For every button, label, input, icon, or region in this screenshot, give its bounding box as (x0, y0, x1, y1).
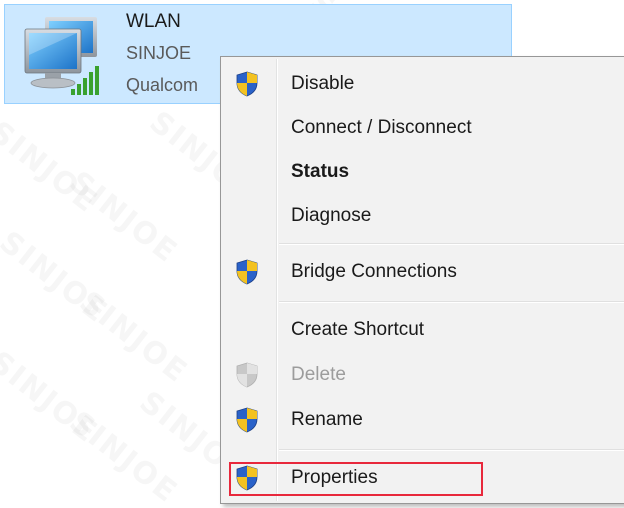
uac-shield-icon (236, 407, 258, 433)
uac-shield-icon (236, 71, 258, 97)
adapter-driver: Qualcom (126, 75, 199, 95)
menu-item-label: Diagnose (291, 205, 372, 226)
menu-item-disable[interactable]: Disable (223, 63, 624, 103)
desktop-canvas: SINJOE SINJOE SINJOE SINJOE SINJOE SINJO… (0, 0, 624, 508)
menu-item-label: Create Shortcut (291, 319, 425, 340)
properties-highlight-box (229, 462, 483, 496)
menu-separator (279, 449, 624, 451)
menu-separator (279, 243, 624, 245)
context-menu: Disable Connect / Disconnect Status Diag… (220, 56, 624, 504)
adapter-name: WLAN (126, 11, 181, 32)
menu-item-rename[interactable]: Rename (223, 399, 624, 439)
uac-shield-icon-disabled (236, 362, 258, 388)
uac-shield-icon (236, 259, 258, 285)
menu-item-label: Bridge Connections (291, 261, 457, 282)
menu-item-diagnose[interactable]: Diagnose (223, 195, 624, 235)
menu-item-label: Rename (291, 409, 363, 430)
menu-item-label: Connect / Disconnect (291, 117, 472, 138)
menu-item-delete: Delete (223, 354, 624, 394)
menu-item-label: Status (291, 161, 350, 182)
menu-item-create-shortcut[interactable]: Create Shortcut (223, 309, 624, 349)
menu-item-connect-disconnect[interactable]: Connect / Disconnect (223, 107, 624, 147)
menu-item-bridge-connections[interactable]: Bridge Connections (223, 251, 624, 291)
menu-separator (279, 301, 624, 303)
menu-item-label: Delete (291, 364, 346, 385)
menu-item-label: Disable (291, 73, 355, 94)
menu-item-status[interactable]: Status (223, 151, 624, 191)
network-adapter-icon (24, 17, 99, 95)
adapter-ssid: SINJOE (126, 43, 192, 63)
